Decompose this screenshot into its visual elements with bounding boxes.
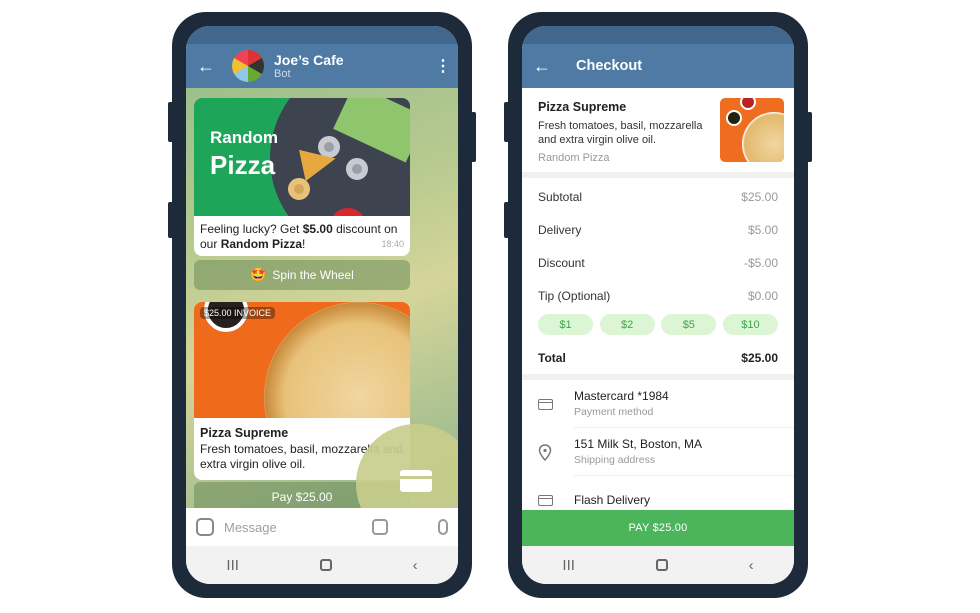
message-time: 18:40 — [381, 239, 404, 249]
line-value: -$5.00 — [743, 255, 778, 270]
home-icon[interactable] — [655, 559, 668, 571]
bixby-button — [168, 202, 173, 238]
option-main: 151 Milk St, Boston, MA — [574, 437, 703, 451]
shipping-address-row[interactable]: 151 Milk St, Boston, MA Shipping address — [522, 428, 794, 476]
bixby-button — [504, 202, 509, 238]
checkout-header: ← Checkout — [522, 44, 794, 88]
line-label: Tip (Optional) — [538, 288, 611, 303]
phone-checkout: ← Checkout Pizza Supreme Fresh tomatoes,… — [504, 12, 812, 598]
line-label: Delivery — [538, 222, 582, 237]
tip-options: $1 $2 $5 $10 — [538, 314, 778, 335]
pay-label: Pay $25.00 — [271, 490, 333, 504]
product-name: Random Pizza — [220, 237, 303, 251]
checkout-screen: ← Checkout Pizza Supreme Fresh tomatoes,… — [522, 26, 794, 584]
pay-button[interactable]: PAY $25.00 — [522, 510, 794, 546]
tip-row: Tip (Optional) $0.00 — [538, 279, 778, 312]
back-chevron-icon[interactable]: ‹ — [413, 557, 418, 574]
invoice-tag: $25.00 INVOICE — [200, 307, 276, 319]
microphone-icon[interactable] — [438, 519, 448, 535]
option-main: Mastercard *1984 — [574, 389, 669, 403]
total-value: $25.00 — [741, 350, 778, 365]
button-label: Spin the Wheel — [272, 268, 354, 282]
option-sub: Payment method — [574, 406, 654, 418]
delivery-row: Delivery $5.00 — [538, 213, 778, 246]
command-icon[interactable] — [372, 519, 388, 535]
promo-message: Random Pizza Feeling lucky? Get $5.00 di… — [194, 98, 410, 256]
text-part: ! — [302, 237, 306, 251]
star-struck-emoji-icon: 🤩 — [250, 267, 267, 282]
system-nav-bar: III ‹ — [522, 546, 794, 584]
option-sub: Shipping address — [574, 454, 656, 466]
checkout-options: Mastercard *1984 Payment method 151 Milk… — [522, 380, 794, 524]
avatar[interactable] — [232, 50, 264, 82]
back-chevron-icon[interactable]: ‹ — [749, 557, 754, 574]
total-row: Total $25.00 — [538, 341, 778, 374]
line-value: $5.00 — [747, 222, 778, 237]
tip-button-10[interactable]: $10 — [722, 314, 778, 335]
pizza-photo: $25.00 INVOICE — [194, 302, 410, 418]
payment-method-row[interactable]: Mastercard *1984 Payment method — [522, 380, 794, 428]
delivery-icon — [537, 494, 553, 506]
chat-screen: ← Joe’s Cafe Bot ⋮ Random Pizza Feeling … — [186, 26, 458, 584]
item-description: Fresh tomatoes, basil, mozzarella and ex… — [538, 120, 703, 146]
chat-title-block[interactable]: Joe’s Cafe Bot — [274, 52, 428, 81]
banner-line1: Random — [210, 128, 278, 147]
status-bar — [522, 26, 794, 44]
discount-amount: $5.00 — [302, 222, 333, 236]
option-main: Flash Delivery — [574, 492, 651, 507]
promo-text: Feeling lucky? Get $5.00 discount on our… — [194, 216, 410, 256]
power-button — [807, 112, 812, 162]
spin-the-wheel-button[interactable]: 🤩 Spin the Wheel — [194, 260, 410, 290]
item-thumbnail — [720, 98, 784, 162]
phone-chat: ← Joe’s Cafe Bot ⋮ Random Pizza Feeling … — [168, 12, 476, 598]
item-seller: Random Pizza — [538, 152, 610, 164]
promo-banner: Random Pizza — [194, 98, 410, 216]
discount-row: Discount -$5.00 — [538, 246, 778, 279]
line-label: Discount — [538, 255, 585, 270]
checkout-item: Pizza Supreme Fresh tomatoes, basil, moz… — [522, 88, 794, 178]
text-part: Feeling lucky? Get — [200, 222, 303, 236]
item-name: Pizza Supreme — [538, 100, 627, 114]
status-bar — [186, 26, 458, 44]
back-arrow-icon[interactable]: ← — [186, 56, 226, 77]
system-nav-bar: III ‹ — [186, 546, 458, 584]
tip-button-5[interactable]: $5 — [661, 314, 717, 335]
location-pin-icon — [538, 443, 552, 461]
checkout-title: Checkout — [576, 58, 643, 74]
chat-header: ← Joe’s Cafe Bot ⋮ — [186, 44, 458, 88]
back-arrow-icon[interactable]: ← — [522, 56, 562, 77]
chat-subtitle: Bot — [274, 67, 291, 80]
wheel-graphic — [270, 98, 410, 216]
chat-area: Random Pizza Feeling lucky? Get $5.00 di… — [186, 88, 458, 508]
recents-icon[interactable]: III — [562, 557, 575, 574]
home-icon[interactable] — [319, 559, 332, 571]
price-breakdown: Subtotal $25.00 Delivery $5.00 Discount … — [522, 178, 794, 380]
line-value: $0.00 — [747, 288, 778, 303]
subtotal-row: Subtotal $25.00 — [538, 180, 778, 213]
total-label: Total — [538, 350, 566, 365]
sticker-icon[interactable] — [196, 518, 214, 536]
line-value: $25.00 — [741, 189, 778, 204]
power-button — [471, 112, 476, 162]
tip-button-2[interactable]: $2 — [599, 314, 655, 335]
credit-card-icon — [537, 398, 553, 410]
message-input[interactable]: Message — [224, 520, 372, 535]
volume-button — [504, 102, 509, 142]
banner-line2: Pizza — [210, 150, 276, 180]
tip-button-1[interactable]: $1 — [538, 314, 593, 335]
more-vertical-icon[interactable]: ⋮ — [428, 56, 458, 76]
message-input-bar: Message — [186, 508, 458, 546]
line-label: Subtotal — [538, 189, 583, 204]
chat-title: Joe’s Cafe — [274, 51, 344, 68]
volume-button — [168, 102, 173, 142]
recents-icon[interactable]: III — [226, 557, 239, 574]
credit-card-icon — [400, 470, 432, 492]
